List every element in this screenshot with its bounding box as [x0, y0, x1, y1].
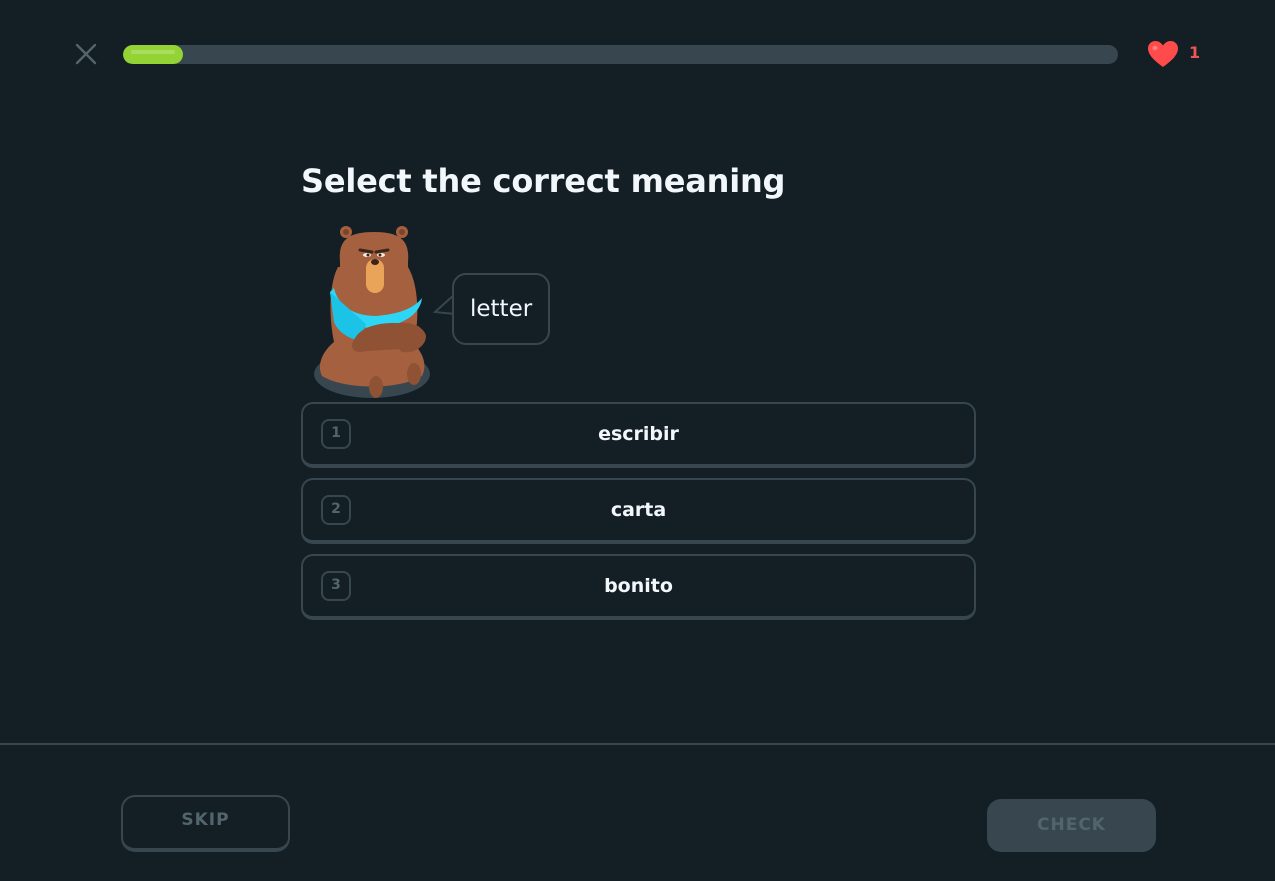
lesson-page: 1 Select the correct meaning letter 1 es…: [0, 0, 1275, 881]
option-label: escribir: [598, 423, 679, 445]
hearts-counter[interactable]: 1: [1147, 38, 1200, 70]
challenge-title: Select the correct meaning: [301, 162, 786, 200]
bear-character: [314, 226, 430, 398]
answer-option[interactable]: 3 bonito: [301, 554, 976, 620]
answer-options: 1 escribir 2 carta 3 bonito: [301, 402, 976, 630]
progress-fill: [123, 45, 183, 64]
close-icon: [75, 43, 97, 65]
footer-divider: [0, 743, 1275, 745]
option-label: bonito: [604, 575, 673, 597]
hearts-count: 1: [1189, 43, 1201, 62]
option-label: carta: [610, 499, 667, 521]
answer-option[interactable]: 2 carta: [301, 478, 976, 544]
close-button[interactable]: [72, 40, 100, 68]
check-button[interactable]: CHECK: [987, 799, 1156, 852]
speech-bubble[interactable]: letter: [452, 273, 551, 345]
skip-button[interactable]: SKIP: [121, 795, 290, 852]
heart-icon: [1148, 41, 1178, 67]
prompt-word: letter: [470, 296, 533, 322]
progress-shine: [131, 50, 175, 54]
progress-bar: [123, 45, 1118, 64]
answer-option[interactable]: 1 escribir: [301, 402, 976, 468]
